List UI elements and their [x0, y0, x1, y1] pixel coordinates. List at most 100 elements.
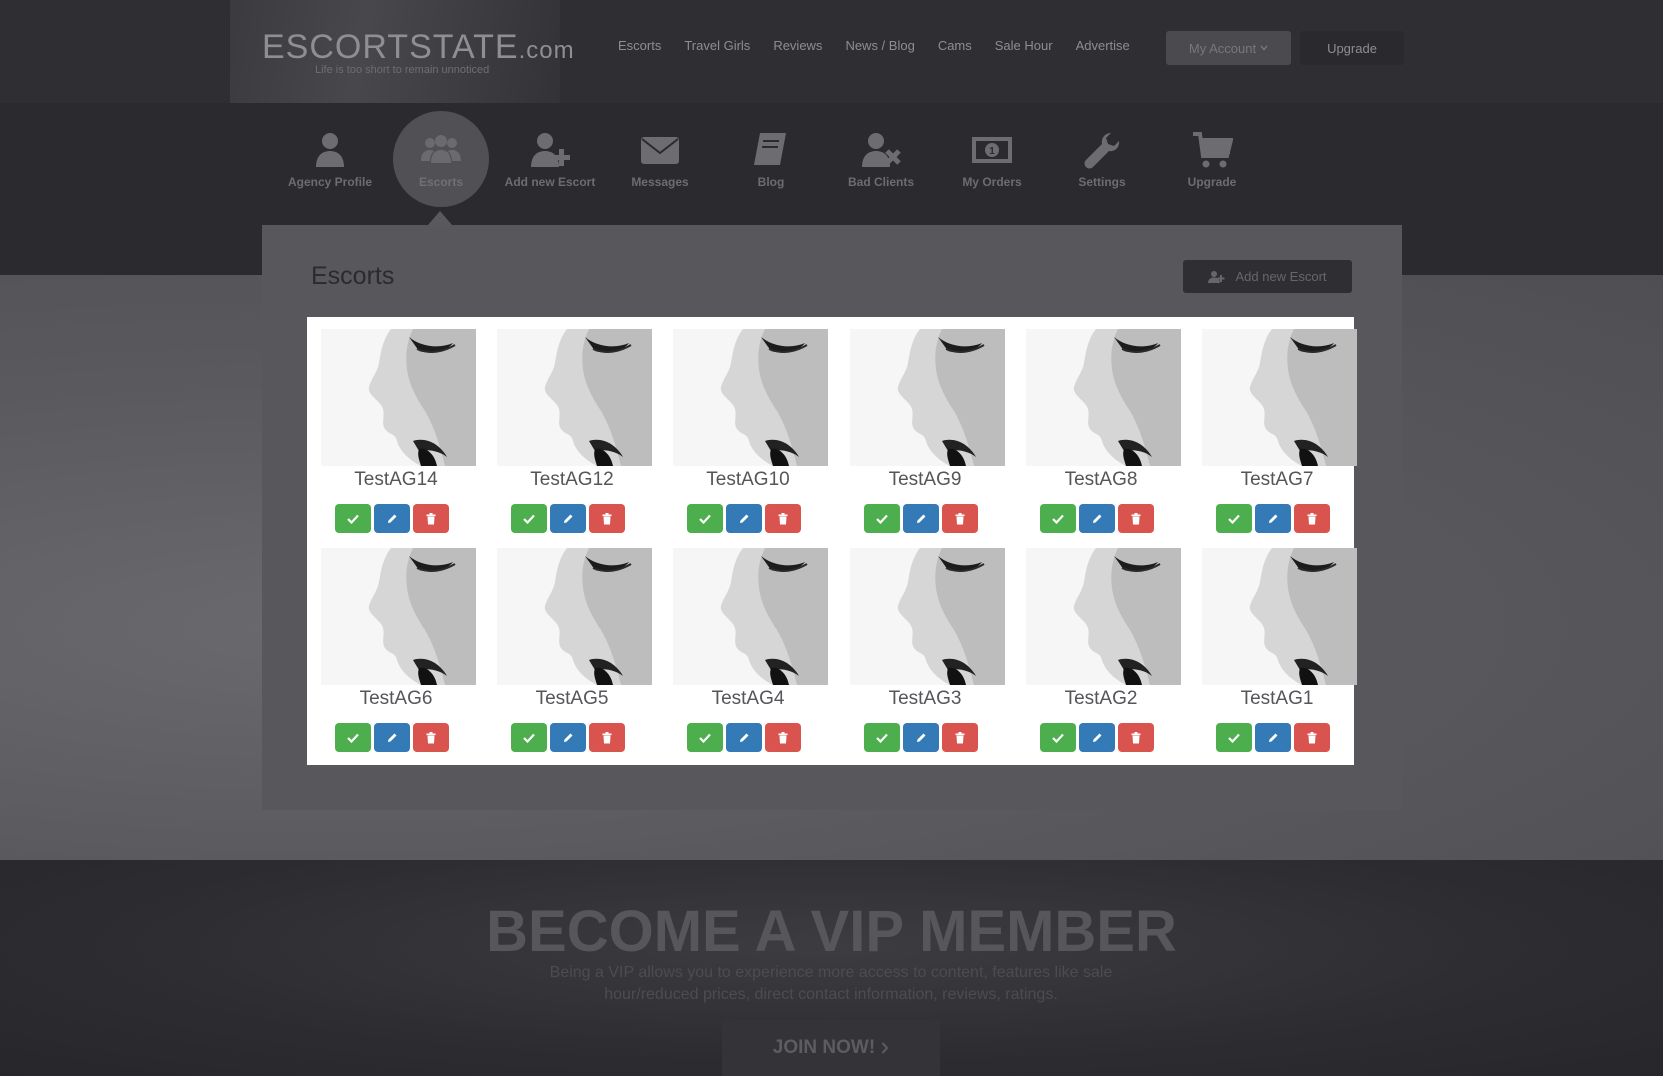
escort-photo[interactable]	[1202, 548, 1357, 685]
escort-photo[interactable]	[497, 548, 652, 685]
edit-button[interactable]	[550, 504, 586, 533]
delete-button[interactable]	[1118, 723, 1154, 752]
site-logo[interactable]: ESCORTSTATE.com	[262, 28, 575, 67]
escort-name[interactable]: TestAG1	[1202, 688, 1352, 710]
activate-button[interactable]	[335, 723, 371, 752]
topnav-travel-girls[interactable]: Travel Girls	[684, 38, 750, 53]
delete-button[interactable]	[942, 504, 978, 533]
trash-icon	[1307, 512, 1317, 524]
escort-photo[interactable]	[321, 548, 476, 685]
dash-item-blog[interactable]: Blog	[716, 110, 826, 208]
escort-card: TestAG9	[850, 317, 1010, 533]
topnav-reviews[interactable]: Reviews	[773, 38, 822, 53]
edit-button[interactable]	[1079, 723, 1115, 752]
check-icon	[1228, 733, 1240, 743]
escort-name[interactable]: TestAG10	[673, 469, 823, 491]
edit-button[interactable]	[374, 723, 410, 752]
topnav-cams[interactable]: Cams	[938, 38, 972, 53]
activate-button[interactable]	[864, 504, 900, 533]
activate-button[interactable]	[687, 504, 723, 533]
pencil-icon	[564, 514, 573, 523]
escort-name[interactable]: TestAG4	[673, 688, 823, 710]
delete-button[interactable]	[1294, 504, 1330, 533]
dash-item-bad-clients[interactable]: Bad Clients	[826, 110, 936, 208]
activate-button[interactable]	[335, 504, 371, 533]
my-account-button[interactable]: My Account	[1166, 31, 1291, 65]
join-now-button[interactable]: JOIN NOW!	[722, 1020, 940, 1076]
activate-button[interactable]	[511, 723, 547, 752]
escort-name[interactable]: TestAG5	[497, 688, 647, 710]
check-icon	[1052, 514, 1064, 524]
escort-photo[interactable]	[1202, 329, 1357, 466]
activate-button[interactable]	[1040, 504, 1076, 533]
profile-photo-image	[673, 329, 828, 466]
topnav-sale-hour[interactable]: Sale Hour	[995, 38, 1053, 53]
dash-item-label: Escorts	[418, 175, 464, 189]
escort-photo[interactable]	[1026, 548, 1181, 685]
edit-button[interactable]	[726, 504, 762, 533]
edit-button[interactable]	[1255, 504, 1291, 533]
escort-name[interactable]: TestAG9	[850, 469, 1000, 491]
add-new-escort-button[interactable]: Add new Escort	[1183, 260, 1352, 293]
profile-photo-image	[1202, 329, 1357, 466]
dash-item-settings[interactable]: Settings	[1047, 110, 1157, 208]
escort-photo[interactable]	[321, 329, 476, 466]
activate-button[interactable]	[687, 723, 723, 752]
delete-button[interactable]	[765, 723, 801, 752]
dash-item-upgrade[interactable]: Upgrade	[1157, 110, 1267, 208]
escort-photo[interactable]	[673, 329, 828, 466]
trash-icon	[426, 512, 436, 524]
edit-button[interactable]	[903, 504, 939, 533]
delete-button[interactable]	[413, 504, 449, 533]
escort-photo[interactable]	[673, 548, 828, 685]
escort-name[interactable]: TestAG2	[1026, 688, 1176, 710]
activate-button[interactable]	[1216, 723, 1252, 752]
topnav-news-blog[interactable]: News / Blog	[845, 38, 914, 53]
check-icon	[347, 733, 359, 743]
escort-name[interactable]: TestAG12	[497, 469, 647, 491]
profile-photo-image	[321, 329, 476, 466]
check-icon	[523, 514, 535, 524]
escort-photo[interactable]	[850, 548, 1005, 685]
activate-button[interactable]	[1040, 723, 1076, 752]
book-icon	[754, 133, 786, 165]
delete-button[interactable]	[1118, 504, 1154, 533]
dash-item-add-new-escort[interactable]: Add new Escort	[495, 110, 605, 208]
topnav-escorts[interactable]: Escorts	[618, 38, 661, 53]
dash-item-escorts[interactable]: Escorts	[393, 111, 489, 207]
activate-button[interactable]	[864, 723, 900, 752]
activate-button[interactable]	[511, 504, 547, 533]
dash-item-my-orders[interactable]: 1 My Orders	[937, 110, 1047, 208]
group-icon	[421, 135, 461, 163]
activate-button[interactable]	[1216, 504, 1252, 533]
check-icon	[347, 514, 359, 524]
escort-name[interactable]: TestAG14	[321, 469, 471, 491]
edit-button[interactable]	[1255, 723, 1291, 752]
edit-button[interactable]	[1079, 504, 1115, 533]
escort-photo[interactable]	[850, 329, 1005, 466]
escort-name[interactable]: TestAG7	[1202, 469, 1352, 491]
escort-name[interactable]: TestAG8	[1026, 469, 1176, 491]
edit-button[interactable]	[374, 504, 410, 533]
pencil-icon	[564, 733, 573, 742]
edit-button[interactable]	[550, 723, 586, 752]
edit-button[interactable]	[903, 723, 939, 752]
delete-button[interactable]	[1294, 723, 1330, 752]
escort-name[interactable]: TestAG3	[850, 688, 1000, 710]
delete-button[interactable]	[589, 504, 625, 533]
escort-actions	[511, 723, 625, 752]
escort-name[interactable]: TestAG6	[321, 688, 471, 710]
check-icon	[523, 733, 535, 743]
dash-item-agency-profile[interactable]: Agency Profile	[275, 110, 385, 208]
delete-button[interactable]	[942, 723, 978, 752]
escort-card: TestAG10	[673, 317, 833, 533]
delete-button[interactable]	[589, 723, 625, 752]
edit-button[interactable]	[726, 723, 762, 752]
escort-photo[interactable]	[1026, 329, 1181, 466]
delete-button[interactable]	[765, 504, 801, 533]
escort-photo[interactable]	[497, 329, 652, 466]
topnav-advertise[interactable]: Advertise	[1076, 38, 1130, 53]
upgrade-header-button[interactable]: Upgrade	[1300, 31, 1404, 65]
delete-button[interactable]	[413, 723, 449, 752]
dash-item-messages[interactable]: Messages	[605, 110, 715, 208]
